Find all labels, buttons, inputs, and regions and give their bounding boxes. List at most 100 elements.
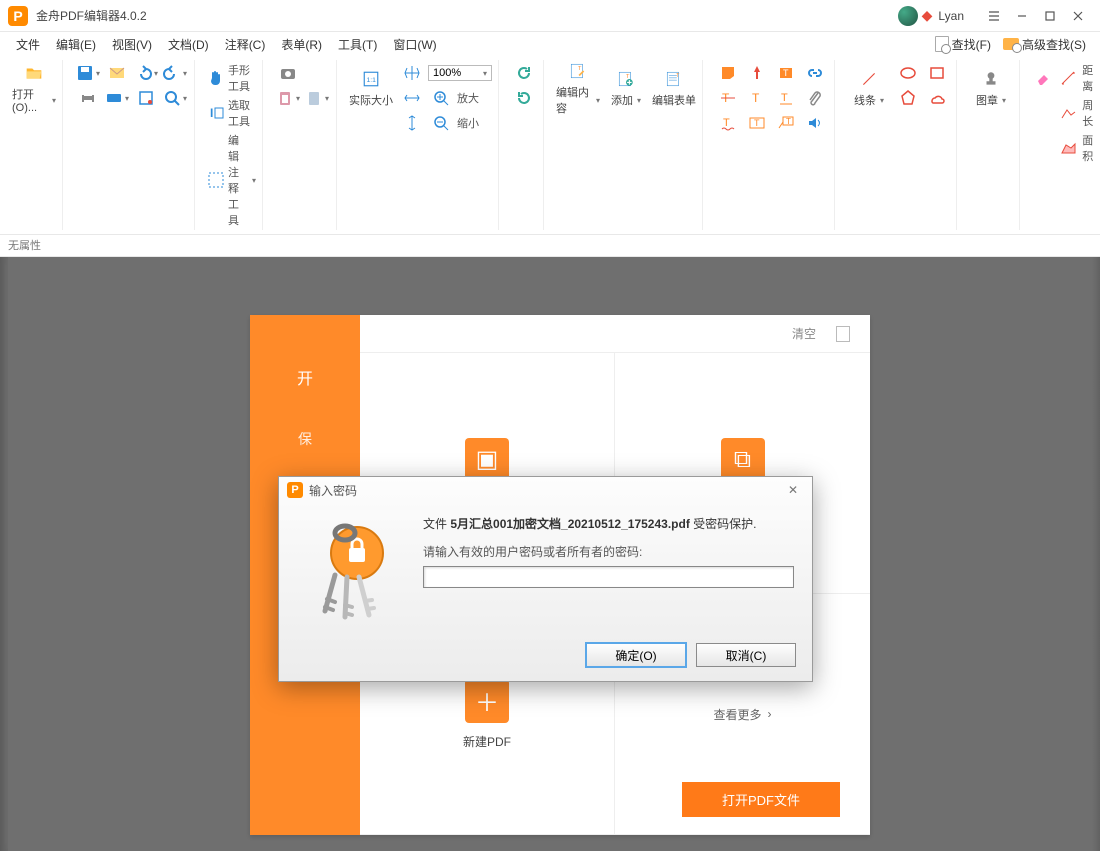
lines-button[interactable]: 线条▾ bbox=[847, 62, 891, 116]
callout-button[interactable]: T bbox=[773, 112, 799, 134]
fit-page-button[interactable] bbox=[399, 62, 425, 84]
scan-button[interactable]: ▾ bbox=[104, 87, 130, 109]
menu-doc[interactable]: 文档(D) bbox=[160, 34, 217, 55]
actual-size-button[interactable]: 1:1 实际大小 bbox=[349, 62, 393, 116]
find-text-button[interactable]: ▾ bbox=[162, 87, 188, 109]
fit-width-button[interactable] bbox=[399, 87, 425, 109]
hand-label: 手形工具 bbox=[228, 62, 256, 94]
typewriter-button[interactable]: T bbox=[744, 87, 770, 109]
open-pdf-button[interactable]: 打开PDF文件 bbox=[682, 782, 840, 817]
minimize-button[interactable] bbox=[1008, 2, 1036, 30]
redo-button[interactable]: ▾ bbox=[162, 62, 188, 84]
stamp-button[interactable]: 图章▾ bbox=[969, 62, 1013, 116]
menu-window[interactable]: 窗口(W) bbox=[385, 34, 444, 55]
highlight-button[interactable]: T bbox=[773, 62, 799, 84]
user-name[interactable]: Lyan bbox=[938, 9, 964, 23]
save-button[interactable]: ▾ bbox=[75, 62, 101, 84]
dialog-file-suffix: 受密码保护. bbox=[690, 517, 757, 531]
annot-edit-button[interactable] bbox=[207, 169, 225, 191]
select-label: 选取工具 bbox=[228, 97, 256, 129]
dialog-close-button[interactable]: ✕ bbox=[782, 481, 804, 499]
toolbar-group-select: 手形工具 I 选取工具 编辑注释工具 ▾ bbox=[201, 60, 263, 230]
clipboard-button[interactable]: ▾ bbox=[275, 87, 301, 109]
email-button[interactable] bbox=[104, 62, 130, 84]
eraser-button[interactable] bbox=[1032, 67, 1054, 89]
dialog-cancel-button[interactable]: 取消(C) bbox=[696, 643, 796, 667]
rotate-ccw-button[interactable] bbox=[511, 62, 537, 84]
user-avatar[interactable] bbox=[898, 6, 918, 26]
close-button[interactable] bbox=[1064, 2, 1092, 30]
find-button[interactable]: 查找(F) bbox=[929, 34, 997, 55]
edit-content-button[interactable]: T 编辑内容▾ bbox=[556, 62, 600, 116]
sticky-note-button[interactable] bbox=[715, 62, 741, 84]
trash-icon[interactable] bbox=[836, 326, 850, 342]
area-button[interactable] bbox=[1057, 137, 1079, 159]
toolbar-group-clip: ▾ ▾ bbox=[269, 60, 337, 230]
dialog-ok-button[interactable]: 确定(O) bbox=[586, 643, 686, 667]
zoom-out-label: 缩小 bbox=[457, 115, 479, 131]
find-label: 查找(F) bbox=[952, 36, 991, 53]
distance-button[interactable] bbox=[1057, 67, 1079, 89]
svg-text:T: T bbox=[754, 118, 760, 128]
password-input[interactable] bbox=[423, 566, 794, 588]
menu-view[interactable]: 视图(V) bbox=[104, 34, 160, 55]
app-title: 金舟PDF编辑器4.0.2 bbox=[36, 7, 147, 24]
underline-button[interactable]: T bbox=[773, 87, 799, 109]
svg-text:I: I bbox=[210, 106, 213, 120]
print-button[interactable] bbox=[75, 87, 101, 109]
zoom-combo[interactable]: 100%▾ bbox=[428, 65, 492, 81]
zoom-in-button[interactable] bbox=[428, 87, 454, 109]
toolbar-group-lines: 线条▾ bbox=[841, 60, 957, 230]
start-tab-save[interactable]: 保 bbox=[298, 429, 312, 449]
attach-file-button[interactable] bbox=[744, 62, 770, 84]
clip-button[interactable] bbox=[802, 87, 828, 109]
camera-button[interactable] bbox=[275, 62, 301, 84]
advanced-find-button[interactable]: 高级查找(S) bbox=[997, 34, 1092, 55]
menu-edit[interactable]: 编辑(E) bbox=[48, 34, 104, 55]
toolbar-group-stamp: 图章▾ bbox=[963, 60, 1020, 230]
select-tool-button[interactable]: I bbox=[207, 102, 225, 124]
start-tab-open[interactable]: 开 bbox=[297, 365, 313, 389]
strikeout-button[interactable]: T bbox=[715, 87, 741, 109]
menu-file[interactable]: 文件 bbox=[8, 34, 48, 55]
dialog-prompt: 请输入有效的用户密码或者所有者的密码: bbox=[423, 543, 794, 560]
menu-form[interactable]: 表单(R) bbox=[273, 34, 330, 55]
edit-form-label: 编辑表单 bbox=[652, 92, 696, 108]
ellipse-button[interactable] bbox=[895, 62, 921, 84]
stamp-label: 图章 bbox=[976, 92, 998, 108]
undo-button[interactable]: ▾ bbox=[133, 62, 159, 84]
link-button[interactable] bbox=[802, 62, 828, 84]
toolbar-group-file: 打开(O)...▾ bbox=[6, 60, 63, 230]
svg-text:T: T bbox=[783, 68, 789, 78]
toolbar-group-zoom: 1:1 实际大小 100%▾ 放大 缩小 bbox=[343, 60, 499, 230]
hamburger-menu-button[interactable] bbox=[980, 2, 1008, 30]
area-label: 面积 bbox=[1082, 132, 1100, 164]
dialog-file-line: 文件 5月汇总001加密文档_20210512_175243.pdf 受密码保护… bbox=[423, 515, 794, 533]
open-button[interactable]: 打开(O)...▾ bbox=[12, 62, 56, 116]
fit-height-button[interactable] bbox=[399, 112, 425, 134]
polygon-button[interactable] bbox=[895, 87, 921, 109]
squiggly-button[interactable]: T bbox=[715, 112, 741, 134]
svg-text:T: T bbox=[786, 117, 791, 126]
find-icon bbox=[935, 36, 949, 52]
edit-form-button[interactable]: T 编辑表单 bbox=[652, 62, 696, 116]
zoom-out-button[interactable] bbox=[428, 112, 454, 134]
perimeter-button[interactable] bbox=[1057, 102, 1079, 124]
screenshot-button[interactable] bbox=[133, 87, 159, 109]
toolbar-group-misc: 距离 周长 面积 bbox=[1026, 60, 1100, 230]
rotate-cw-button[interactable] bbox=[511, 87, 537, 109]
start-clear-link[interactable]: 清空 bbox=[792, 325, 816, 342]
menu-annot[interactable]: 注释(C) bbox=[217, 34, 274, 55]
open-label: 打开(O)... bbox=[12, 86, 48, 114]
rect-button[interactable] bbox=[924, 62, 950, 84]
cloud-button[interactable] bbox=[924, 87, 950, 109]
actual-size-label: 实际大小 bbox=[349, 92, 393, 108]
maximize-button[interactable] bbox=[1036, 2, 1064, 30]
sound-button[interactable] bbox=[802, 112, 828, 134]
add-button[interactable]: T 添加▾ bbox=[604, 62, 648, 116]
clipboard2-button[interactable]: ▾ bbox=[304, 87, 330, 109]
toolbar: 打开(O)...▾ ▾ ▾ ▾ ▾ ▾ 手形工具 bbox=[0, 56, 1100, 235]
hand-tool-button[interactable] bbox=[207, 67, 225, 89]
menu-tools[interactable]: 工具(T) bbox=[330, 34, 385, 55]
textbox-button[interactable]: T bbox=[744, 112, 770, 134]
